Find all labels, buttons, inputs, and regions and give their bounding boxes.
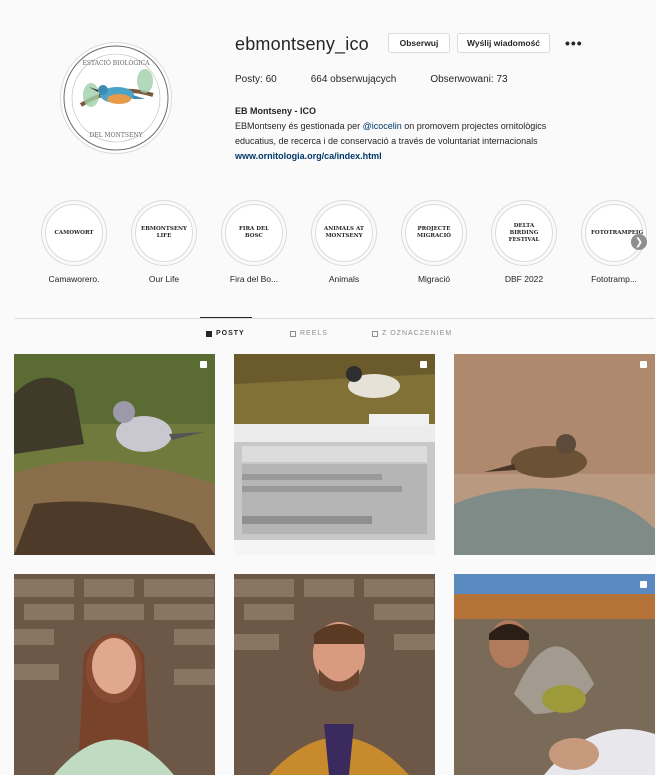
bio-mention-link[interactable]: @icocelin: [363, 121, 402, 131]
tab-label: REELS: [300, 330, 328, 337]
tab-label: Z OZNACZENIEM: [382, 330, 453, 337]
highlight-cover-text: FIRA DEL BOSC: [238, 226, 270, 239]
tab-reels[interactable]: REELS: [290, 330, 328, 337]
post-tile[interactable]: [234, 354, 435, 555]
highlight-cover-text: EBMONTSENY LIFE: [141, 226, 187, 239]
highlight-label: Camaworero.: [48, 274, 100, 284]
highlight-label: Animals: [328, 274, 360, 284]
highlight-item[interactable]: EBMONTSENY LIFE Our Life: [129, 204, 199, 284]
post-image: [234, 354, 435, 555]
tab-label: POSTY: [216, 330, 245, 337]
post-image: [454, 354, 655, 555]
svg-text:DEL MONTSENY: DEL MONTSENY: [89, 132, 143, 139]
send-message-button[interactable]: Wyślij wiadomość: [457, 33, 550, 53]
highlight-cover: EBMONTSENY LIFE: [135, 204, 193, 262]
post-image: [14, 354, 215, 555]
post-image: [14, 574, 215, 775]
grid-icon: [206, 330, 212, 337]
highlight-cover-text: FOTOTRAMPEIG: [591, 229, 644, 236]
following-count[interactable]: Obserwowani: 73: [430, 74, 507, 85]
highlight-label: DBF 2022: [504, 274, 544, 284]
carousel-icon: [640, 361, 647, 368]
post-image: [454, 574, 655, 775]
highlight-item[interactable]: ANIMALS AT MONTSENY Animals: [309, 204, 379, 284]
bio-line-1: EBMontseny és gestionada per @icocelin o…: [235, 119, 635, 134]
tab-posts[interactable]: POSTY: [206, 330, 245, 337]
post-tile[interactable]: [454, 574, 655, 775]
highlight-item[interactable]: PROJECTE MIGRACIÓ Migració: [399, 204, 469, 284]
highlight-item[interactable]: CAMOWORT Camaworero.: [39, 204, 109, 284]
post-tile[interactable]: [454, 354, 655, 555]
highlight-label: Fototramp...: [591, 274, 637, 284]
tabs-divider: [15, 318, 655, 319]
carousel-icon: [420, 361, 427, 368]
more-options-icon[interactable]: •••: [565, 35, 583, 51]
svg-text:ESTACIÓ BIOLÒGICA: ESTACIÓ BIOLÒGICA: [83, 59, 151, 67]
reels-icon: [290, 330, 296, 337]
highlight-cover-text: ANIMALS AT MONTSENY: [323, 226, 365, 239]
profile-bio: EB Montseny - ICO EBMontseny és gestiona…: [235, 104, 635, 164]
post-tile[interactable]: [14, 574, 215, 775]
profile-avatar[interactable]: ESTACIÓ BIOLÒGICA DEL MONTSENY: [60, 42, 172, 154]
chevron-right-icon[interactable]: ❯: [631, 234, 647, 250]
posts-count: Posty: 60: [235, 74, 277, 85]
highlight-cover: DELTA BIRDING FESTIVAL: [495, 204, 553, 262]
highlight-label: Migració: [417, 274, 451, 284]
highlight-cover: PROJECTE MIGRACIÓ: [405, 204, 463, 262]
highlight-label: Fira del Bo...: [229, 274, 279, 284]
bio-text: EBMontseny és gestionada per: [235, 121, 363, 131]
carousel-icon: [200, 361, 207, 368]
highlight-cover-text: DELTA BIRDING FESTIVAL: [508, 222, 540, 243]
highlight-cover: ANIMALS AT MONTSENY: [315, 204, 373, 262]
profile-stats: Posty: 60 664 obserwujących Obserwowani:…: [235, 74, 542, 85]
highlight-item[interactable]: DELTA BIRDING FESTIVAL DBF 2022: [489, 204, 559, 284]
post-tile[interactable]: [14, 354, 215, 555]
bio-name: EB Montseny - ICO: [235, 106, 317, 116]
bio-website-link[interactable]: www.ornitologia.org/ca/index.html: [235, 151, 382, 161]
highlight-cover: CAMOWORT: [45, 204, 103, 262]
followers-count[interactable]: 664 obserwujących: [311, 74, 397, 85]
tag-icon: [372, 330, 378, 337]
highlight-cover-text: CAMOWORT: [54, 229, 94, 236]
post-tile[interactable]: [234, 574, 435, 775]
highlight-item[interactable]: FIRA DEL BOSC Fira del Bo...: [219, 204, 289, 284]
tab-tagged[interactable]: Z OZNACZENIEM: [372, 330, 452, 337]
highlight-cover: FOTOTRAMPEIG: [585, 204, 643, 262]
highlight-cover-text: PROJECTE MIGRACIÓ: [417, 226, 451, 239]
bio-line-2: educatius, de recerca i de conservació a…: [235, 136, 538, 146]
post-image: [234, 574, 435, 775]
profile-username: ebmontseny_ico: [235, 34, 369, 54]
story-highlights: CAMOWORT Camaworero. EBMONTSENY LIFE Our…: [0, 200, 656, 290]
highlight-label: Our Life: [148, 274, 180, 284]
bio-text: on promovem projectes ornitològics: [401, 121, 547, 131]
active-tab-indicator: [200, 317, 252, 318]
highlight-cover: FIRA DEL BOSC: [225, 204, 283, 262]
follow-button[interactable]: Obserwuj: [388, 33, 450, 53]
carousel-icon: [640, 581, 647, 588]
